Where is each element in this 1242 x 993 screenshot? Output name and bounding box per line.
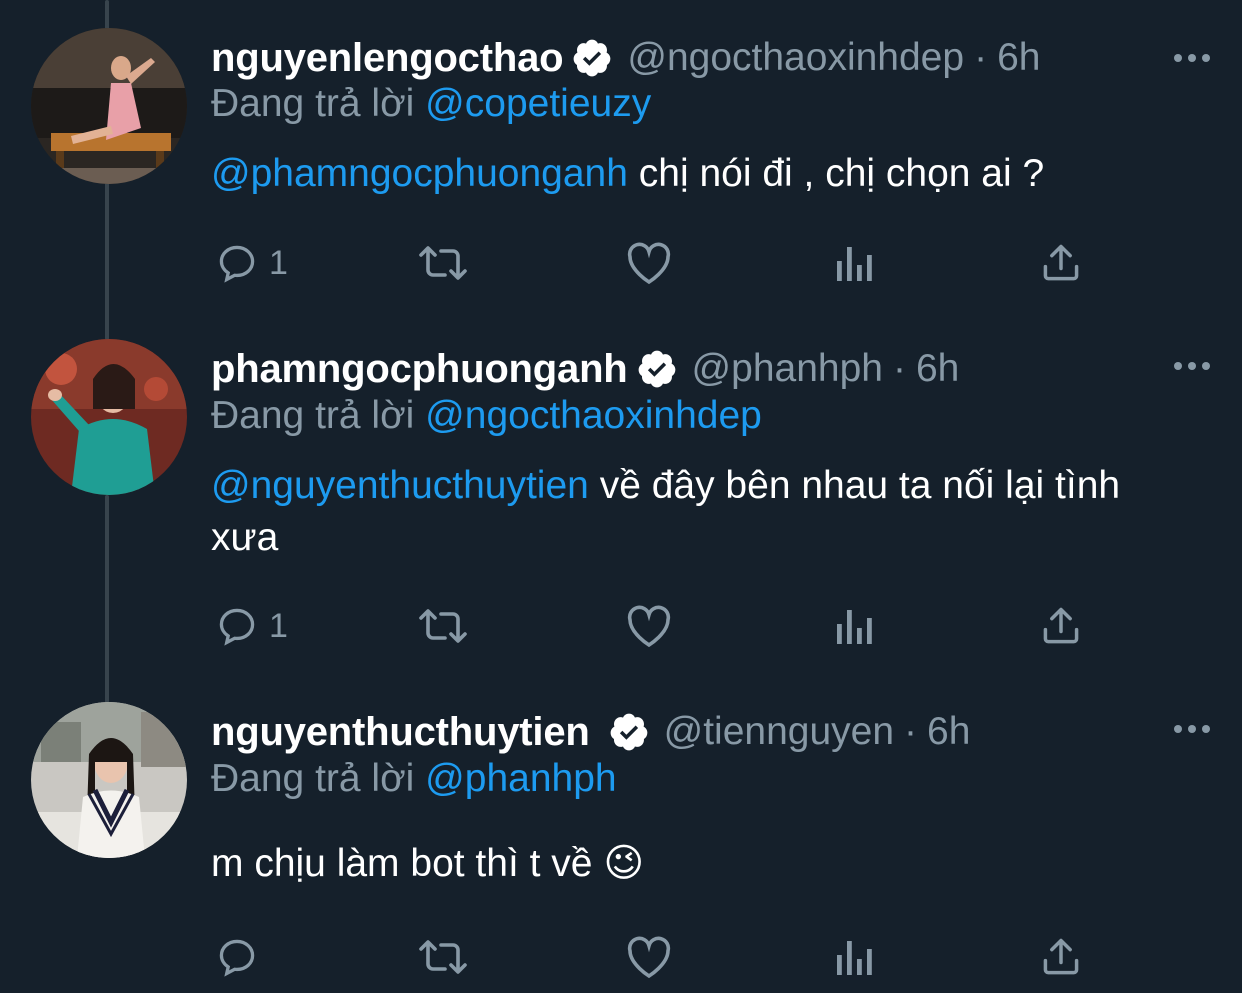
like-icon	[625, 935, 673, 979]
tweet-text: @nguyenthucthuytien về đây bên nhau ta n…	[211, 460, 1171, 564]
tweet-thread: nguyenlengocthao @ngocthaoxinhdep · 6h Đ…	[0, 0, 1242, 993]
retweet-icon	[415, 604, 471, 648]
share-icon	[1039, 241, 1083, 285]
thread-line	[105, 495, 109, 703]
thread-line	[105, 182, 109, 340]
share-button[interactable]	[1039, 932, 1083, 982]
tweet-body: m chịu làm bot thì t về	[211, 842, 593, 885]
reply-count: 1	[269, 606, 288, 645]
analytics-icon	[835, 604, 875, 648]
analytics-button[interactable]	[835, 932, 875, 982]
replying-to: Đang trả lời @phanhph	[211, 757, 617, 801]
more-icon[interactable]	[1172, 356, 1212, 376]
analytics-icon	[835, 241, 875, 285]
share-icon	[1039, 604, 1083, 648]
handle[interactable]: @ngocthaoxinhdep	[627, 36, 964, 80]
like-button[interactable]	[625, 601, 673, 651]
tweet-header: phamngocphuonganh @phanhph · 6h	[211, 341, 959, 397]
tweet-header: nguyenthucthuytien @tiennguyen · 6h	[211, 704, 970, 760]
tweet-actions: 1	[211, 601, 1111, 651]
retweet-icon	[415, 241, 471, 285]
verified-badge-icon	[636, 348, 678, 390]
tweet-body: chị nói đi , chị chọn ai ?	[627, 152, 1045, 195]
handle[interactable]: @tiennguyen	[664, 710, 894, 754]
tweet-text: @phamngocphuonganh chị nói đi , chị chọn…	[211, 148, 1201, 200]
separator: ·	[892, 347, 906, 390]
avatar[interactable]	[31, 702, 187, 858]
avatar[interactable]	[31, 339, 187, 495]
reply-to-link[interactable]: @ngocthaoxinhdep	[425, 394, 762, 437]
tweet-actions	[211, 932, 1111, 982]
mention-link[interactable]: @nguyenthucthuytien	[211, 464, 589, 507]
reply-count: 1	[269, 243, 288, 282]
display-name[interactable]: nguyenthucthuytien	[211, 710, 590, 755]
analytics-button[interactable]	[835, 238, 875, 288]
handle[interactable]: @phanhph	[692, 347, 883, 391]
reply-button[interactable]: 1	[215, 601, 288, 651]
timestamp[interactable]: 6h	[916, 347, 959, 391]
tweet-text: m chịu làm bot thì t về 😉	[211, 838, 1201, 890]
separator: ·	[904, 710, 918, 753]
analytics-button[interactable]	[835, 601, 875, 651]
timestamp[interactable]: 6h	[997, 36, 1040, 80]
display-name[interactable]: nguyenlengocthao	[211, 36, 564, 81]
reply-icon	[215, 935, 259, 979]
verified-badge-icon	[608, 711, 650, 753]
display-name[interactable]: phamngocphuonganh	[211, 347, 628, 392]
retweet-button[interactable]	[415, 601, 471, 651]
reply-to-link[interactable]: @phanhph	[425, 757, 616, 800]
share-button[interactable]	[1039, 601, 1083, 651]
like-button[interactable]	[625, 238, 673, 288]
mention-link[interactable]: @phamngocphuonganh	[211, 152, 628, 195]
tweet-header: nguyenlengocthao @ngocthaoxinhdep · 6h	[211, 30, 1040, 86]
more-icon[interactable]	[1172, 48, 1212, 68]
share-button[interactable]	[1039, 238, 1083, 288]
like-icon	[625, 241, 673, 285]
thread-line	[105, 0, 109, 30]
share-icon	[1039, 935, 1083, 979]
replying-to: Đang trả lời @copetieuzy	[211, 82, 651, 126]
reply-to-link[interactable]: @copetieuzy	[425, 82, 651, 125]
retweet-icon	[415, 935, 471, 979]
replying-to: Đang trả lời @ngocthaoxinhdep	[211, 394, 762, 438]
reply-prefix: Đang trả lời	[211, 82, 415, 125]
verified-badge-icon	[571, 37, 613, 79]
analytics-icon	[835, 935, 875, 979]
winking-face-emoji: 😉	[603, 841, 645, 886]
reply-icon	[215, 604, 259, 648]
reply-prefix: Đang trả lời	[211, 757, 415, 800]
avatar[interactable]	[31, 28, 187, 184]
timestamp[interactable]: 6h	[927, 710, 970, 754]
reply-button[interactable]	[215, 932, 259, 982]
retweet-button[interactable]	[415, 238, 471, 288]
tweet-actions: 1	[211, 238, 1111, 288]
reply-button[interactable]: 1	[215, 238, 288, 288]
like-icon	[625, 604, 673, 648]
like-button[interactable]	[625, 932, 673, 982]
retweet-button[interactable]	[415, 932, 471, 982]
more-icon[interactable]	[1172, 719, 1212, 739]
reply-prefix: Đang trả lời	[211, 394, 415, 437]
separator: ·	[974, 36, 988, 79]
reply-icon	[215, 241, 259, 285]
